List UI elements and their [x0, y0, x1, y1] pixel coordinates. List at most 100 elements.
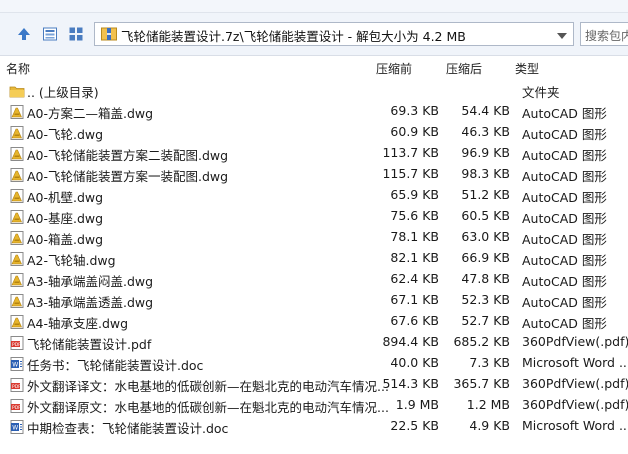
- column-header: 名称 压缩前 压缩后 类型: [0, 58, 628, 78]
- file-packed-size: 78.1 KB: [390, 229, 439, 244]
- file-type: AutoCAD 图形: [522, 274, 607, 289]
- file-size: 46.3 KB: [461, 124, 510, 139]
- bottom-edge: [0, 444, 628, 454]
- dwg-icon: [9, 188, 25, 204]
- view-details-icon[interactable]: [38, 22, 62, 46]
- file-row[interactable]: PDF 外文翻译原文：水电基地的低碳创新—在魁北克的电动汽车情况... 1.9 MB…: [0, 395, 628, 416]
- file-row[interactable]: W 任务书：飞轮储能装置设计.doc 40.0 KB 7.3 KB Microsoft …: [0, 353, 628, 374]
- file-type: Microsoft Word ...: [522, 418, 628, 433]
- file-row[interactable]: A0-飞轮储能装置方案一装配图.dwg 115.7 KB 98.3 KB AutoCA…: [0, 164, 628, 185]
- svg-text:PDF: PDF: [12, 384, 21, 390]
- file-row[interactable]: A0-机壁.dwg 65.9 KB 51.2 KB AutoCAD 图形: [0, 185, 628, 206]
- dwg-icon: [9, 125, 25, 141]
- column-packed[interactable]: 压缩前: [376, 60, 412, 77]
- file-packed-size: 62.4 KB: [390, 271, 439, 286]
- file-row[interactable]: A0-方案二—箱盖.dwg 69.3 KB 54.4 KB AutoCAD 图形: [0, 101, 628, 122]
- dwg-icon: [9, 272, 25, 288]
- file-packed-size: 894.4 KB: [382, 334, 439, 349]
- file-type: AutoCAD 图形: [522, 253, 607, 268]
- pdf-icon: PDF: [9, 335, 25, 351]
- file-name: 外文翻译原文：水电基地的低碳创新—在魁北克的电动汽车情况...: [27, 400, 389, 415]
- file-size: 52.3 KB: [461, 292, 510, 307]
- svg-text:W: W: [12, 425, 18, 432]
- file-size: 47.8 KB: [461, 271, 510, 286]
- file-packed-size: 75.6 KB: [390, 208, 439, 223]
- view-grid-icon[interactable]: [64, 22, 88, 46]
- file-name: A0-飞轮储能装置方案二装配图.dwg: [27, 148, 229, 163]
- file-type: AutoCAD 图形: [522, 211, 607, 226]
- file-row[interactable]: PDF 飞轮储能装置设计.pdf 894.4 KB 685.2 KB 360PdfVie…: [0, 332, 628, 353]
- top-menu-strip: [0, 0, 628, 13]
- file-name: 任务书：飞轮储能装置设计.doc: [27, 358, 204, 373]
- file-name: 外文翻译译文：水电基地的低碳创新—在魁北克的电动汽车情况...: [27, 379, 389, 394]
- file-type: AutoCAD 图形: [522, 232, 607, 247]
- file-size: 98.3 KB: [461, 166, 510, 181]
- file-type: Microsoft Word ...: [522, 355, 628, 370]
- file-size: 52.7 KB: [461, 313, 510, 328]
- pdf-icon: PDF: [9, 377, 25, 393]
- file-size: 63.0 KB: [461, 229, 510, 244]
- file-row[interactable]: PDF 外文翻译译文：水电基地的低碳创新—在魁北克的电动汽车情况... 514.3 …: [0, 374, 628, 395]
- file-row[interactable]: A3-轴承端盖透盖.dwg 67.1 KB 52.3 KB AutoCAD 图形: [0, 290, 628, 311]
- chevron-down-icon[interactable]: [557, 29, 567, 43]
- dwg-icon: [9, 167, 25, 183]
- file-row[interactable]: A0-飞轮储能装置方案二装配图.dwg 113.7 KB 96.9 KB AutoCA…: [0, 143, 628, 164]
- file-size: 365.7 KB: [453, 376, 510, 391]
- file-packed-size: 40.0 KB: [390, 355, 439, 370]
- archive-icon: [101, 27, 117, 44]
- file-type: AutoCAD 图形: [522, 106, 607, 121]
- file-packed-size: 67.6 KB: [390, 313, 439, 328]
- file-type: 文件夹: [522, 85, 560, 100]
- file-type: AutoCAD 图形: [522, 127, 607, 142]
- file-name: 飞轮储能装置设计.pdf: [27, 337, 152, 352]
- file-name: .. (上级目录): [27, 85, 99, 100]
- file-name: 中期检查表：飞轮储能装置设计.doc: [27, 421, 229, 436]
- dwg-icon: [9, 230, 25, 246]
- column-name[interactable]: 名称: [6, 60, 30, 77]
- pdf-icon: PDF: [9, 398, 25, 414]
- file-row[interactable]: A4-轴承支座.dwg 67.6 KB 52.7 KB AutoCAD 图形: [0, 311, 628, 332]
- file-packed-size: 82.1 KB: [390, 250, 439, 265]
- file-row[interactable]: A0-箱盖.dwg 78.1 KB 63.0 KB AutoCAD 图形: [0, 227, 628, 248]
- dwg-icon: [9, 146, 25, 162]
- file-row[interactable]: A3-轴承端盖闷盖.dwg 62.4 KB 47.8 KB AutoCAD 图形: [0, 269, 628, 290]
- up-arrow-icon[interactable]: [12, 22, 36, 46]
- file-packed-size: 60.9 KB: [390, 124, 439, 139]
- toolbar: 飞轮储能装置设计.7z\飞轮储能装置设计 - 解包大小为 4.2 MB 搜索包内: [0, 13, 628, 56]
- file-packed-size: 69.3 KB: [390, 103, 439, 118]
- file-packed-size: 113.7 KB: [382, 145, 439, 160]
- file-packed-size: 22.5 KB: [390, 418, 439, 433]
- dwg-icon: [9, 314, 25, 330]
- file-row[interactable]: A0-飞轮.dwg 60.9 KB 46.3 KB AutoCAD 图形: [0, 122, 628, 143]
- doc-icon: W: [9, 419, 25, 435]
- dwg-icon: [9, 251, 25, 267]
- column-size[interactable]: 压缩后: [446, 60, 482, 77]
- file-type: AutoCAD 图形: [522, 169, 607, 184]
- file-size: 1.2 MB: [466, 397, 510, 412]
- file-row[interactable]: A0-基座.dwg 75.6 KB 60.5 KB AutoCAD 图形: [0, 206, 628, 227]
- folder-icon: [9, 83, 25, 99]
- file-size: 54.4 KB: [461, 103, 510, 118]
- address-path: 飞轮储能装置设计.7z\飞轮储能装置设计 - 解包大小为 4.2 MB: [121, 29, 466, 44]
- file-size: 66.9 KB: [461, 250, 510, 265]
- doc-icon: W: [9, 356, 25, 372]
- column-type[interactable]: 类型: [515, 60, 539, 77]
- file-list: .. (上级目录) 文件夹 A0-方案二—箱盖.dwg 69.3 KB 54.4 KB A…: [0, 80, 628, 437]
- file-row[interactable]: W 中期检查表：飞轮储能装置设计.doc 22.5 KB 4.9 KB Microsof…: [0, 416, 628, 437]
- svg-text:W: W: [12, 362, 18, 369]
- file-name: A0-飞轮储能装置方案一装配图.dwg: [27, 169, 229, 184]
- file-name: A0-箱盖.dwg: [27, 232, 104, 247]
- svg-text:PDF: PDF: [12, 342, 21, 348]
- file-name: A0-方案二—箱盖.dwg: [27, 106, 154, 121]
- file-type: 360PdfView(.pdf): [522, 334, 628, 349]
- search-input[interactable]: 搜索包内: [580, 22, 628, 46]
- file-size: 685.2 KB: [453, 334, 510, 349]
- address-bar[interactable]: 飞轮储能装置设计.7z\飞轮储能装置设计 - 解包大小为 4.2 MB: [94, 22, 574, 46]
- search-placeholder: 搜索包内: [585, 29, 628, 43]
- file-type: 360PdfView(.pdf): [522, 397, 628, 412]
- file-name: A0-基座.dwg: [27, 211, 104, 226]
- file-name: A3-轴承端盖闷盖.dwg: [27, 274, 154, 289]
- file-row[interactable]: .. (上级目录) 文件夹: [0, 80, 628, 101]
- file-row[interactable]: A2-飞轮轴.dwg 82.1 KB 66.9 KB AutoCAD 图形: [0, 248, 628, 269]
- file-packed-size: 514.3 KB: [382, 376, 439, 391]
